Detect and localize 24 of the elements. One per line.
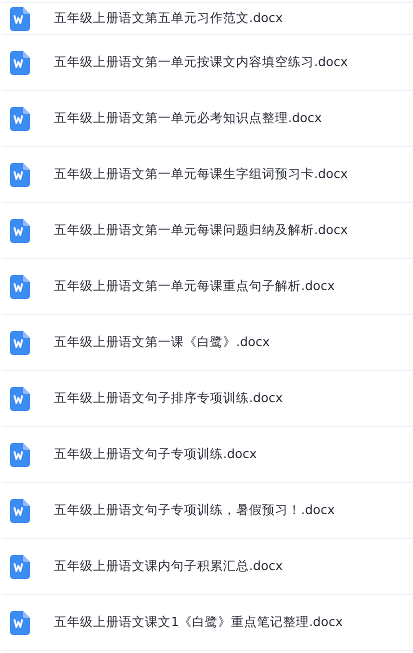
word-document-icon: [10, 498, 30, 522]
file-name[interactable]: 五年级上册语文第一单元每课重点句子解析.docx: [54, 278, 335, 295]
word-document-icon: [10, 162, 30, 186]
file-name[interactable]: 五年级上册语文第五单元习作范文.docx: [54, 10, 283, 27]
word-document-icon: [10, 554, 30, 578]
file-name[interactable]: 五年级上册语文句子专项训练，暑假预习！.docx: [54, 502, 335, 519]
file-name[interactable]: 五年级上册语文句子专项训练.docx: [54, 446, 257, 463]
file-name[interactable]: 五年级上册语文第一单元按课文内容填空练习.docx: [54, 54, 348, 71]
file-name[interactable]: 五年级上册语文课内句子积累汇总.docx: [54, 558, 283, 575]
word-document-icon: [10, 386, 30, 410]
word-document-icon: [10, 50, 30, 74]
file-name[interactable]: 五年级上册语文第一单元必考知识点整理.docx: [54, 110, 322, 127]
word-document-icon: [10, 6, 30, 30]
word-document-icon: [10, 442, 30, 466]
file-name[interactable]: 五年级上册语文课文1《白鹭》重点笔记整理.docx: [54, 614, 343, 631]
word-document-icon: [10, 106, 30, 130]
file-name[interactable]: 五年级上册语文第一单元每课问题归纳及解析.docx: [54, 222, 348, 239]
file-name[interactable]: 五年级上册语文句子排序专项训练.docx: [54, 390, 283, 407]
word-document-icon: [10, 610, 30, 634]
file-name[interactable]: 五年级上册语文第一课《白鹭》.docx: [54, 334, 270, 351]
word-document-icon: [10, 330, 30, 354]
word-document-icon: [10, 218, 30, 242]
file-name[interactable]: 五年级上册语文第一单元每课生字组词预习卡.docx: [54, 166, 348, 183]
word-document-icon: [10, 274, 30, 298]
